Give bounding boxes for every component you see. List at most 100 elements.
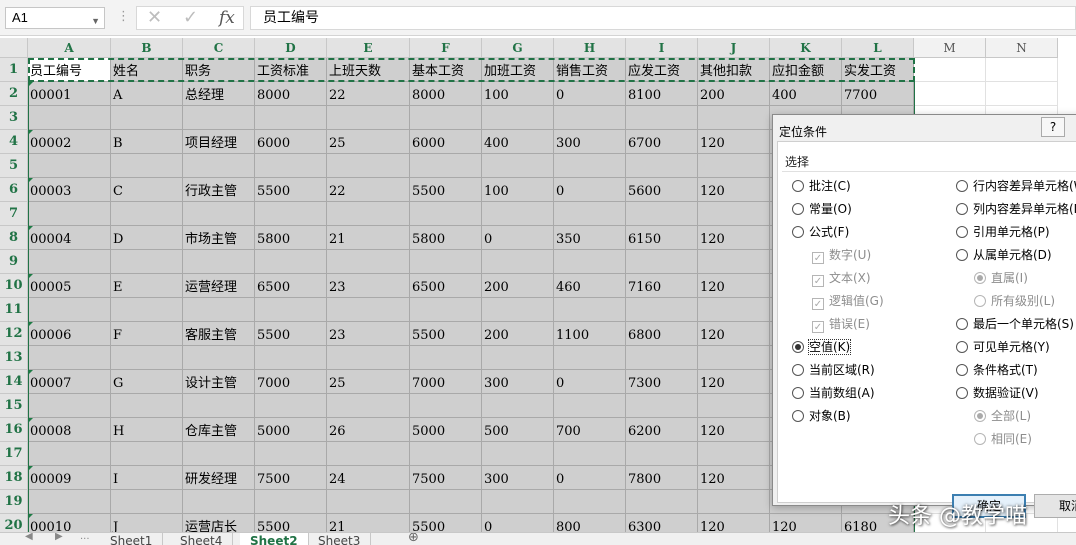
cell-c10[interactable]: 运营经理 xyxy=(183,274,255,298)
column-header-b[interactable]: B xyxy=(111,38,183,58)
cell-g17[interactable] xyxy=(482,442,554,466)
cell-i19[interactable] xyxy=(626,490,698,514)
insert-function-icon[interactable]: fx xyxy=(219,8,235,28)
column-header-d[interactable]: D xyxy=(255,38,327,58)
cell-d3[interactable] xyxy=(255,106,327,130)
cell-j19[interactable] xyxy=(698,490,770,514)
cell-b19[interactable] xyxy=(111,490,183,514)
cell-j15[interactable] xyxy=(698,394,770,418)
cell-c4[interactable]: 项目经理 xyxy=(183,130,255,154)
row-header-15[interactable]: 15 xyxy=(0,394,28,418)
radio-button[interactable] xyxy=(792,203,804,215)
column-header-a[interactable]: A xyxy=(28,38,111,58)
cell-a17[interactable] xyxy=(28,442,111,466)
cell-h5[interactable] xyxy=(554,154,626,178)
cell-j3[interactable] xyxy=(698,106,770,130)
cell-m1[interactable] xyxy=(914,58,986,82)
radio-button[interactable] xyxy=(956,203,968,215)
cell-a13[interactable] xyxy=(28,346,111,370)
add-sheet-icon[interactable]: ⊕ xyxy=(408,533,419,545)
cell-i16[interactable]: 6200 xyxy=(626,418,698,442)
cell-e2[interactable]: 22 xyxy=(327,82,410,106)
cell-f17[interactable] xyxy=(410,442,482,466)
option-right-7[interactable]: 可见单元格(Y) xyxy=(956,339,1050,355)
column-header-m[interactable]: M xyxy=(914,38,986,58)
cell-a3[interactable] xyxy=(28,106,111,130)
option-right-3[interactable]: 从属单元格(D) xyxy=(956,247,1052,263)
cell-a5[interactable] xyxy=(28,154,111,178)
option-left-9[interactable]: 当前数组(A) xyxy=(792,385,875,401)
cell-j17[interactable] xyxy=(698,442,770,466)
cell-l2[interactable]: 7700 xyxy=(842,82,914,106)
cell-j7[interactable] xyxy=(698,202,770,226)
cell-a10[interactable]: 00005 xyxy=(28,274,111,298)
cell-i2[interactable]: 8100 xyxy=(626,82,698,106)
cancel-button[interactable]: 取消 xyxy=(1034,494,1076,518)
cell-c19[interactable] xyxy=(183,490,255,514)
cell-b8[interactable]: D xyxy=(111,226,183,250)
cell-e19[interactable] xyxy=(327,490,410,514)
cell-a11[interactable] xyxy=(28,298,111,322)
cell-f14[interactable]: 7000 xyxy=(410,370,482,394)
cell-d19[interactable] xyxy=(255,490,327,514)
cell-d14[interactable]: 7000 xyxy=(255,370,327,394)
cell-a12[interactable]: 00006 xyxy=(28,322,111,346)
cell-j13[interactable] xyxy=(698,346,770,370)
cell-i3[interactable] xyxy=(626,106,698,130)
sheet-tab-sheet1[interactable]: Sheet1 xyxy=(100,533,164,545)
cell-a4[interactable]: 00002 xyxy=(28,130,111,154)
radio-button[interactable] xyxy=(792,180,804,192)
row-header-3[interactable]: 3 xyxy=(0,106,28,130)
cell-f18[interactable]: 7500 xyxy=(410,466,482,490)
cell-k20[interactable]: 120 xyxy=(770,514,842,532)
radio-button[interactable] xyxy=(956,387,968,399)
option-left-8[interactable]: 当前区域(R) xyxy=(792,362,875,378)
cell-f1[interactable]: 基本工资 xyxy=(410,58,482,82)
cell-f10[interactable]: 6500 xyxy=(410,274,482,298)
cell-g20[interactable]: 0 xyxy=(482,514,554,532)
cell-h9[interactable] xyxy=(554,250,626,274)
cell-e15[interactable] xyxy=(327,394,410,418)
cancel-icon[interactable]: ✕ xyxy=(147,8,162,28)
row-header-4[interactable]: 4 xyxy=(0,130,28,154)
cell-d2[interactable]: 8000 xyxy=(255,82,327,106)
cell-c6[interactable]: 行政主管 xyxy=(183,178,255,202)
sheet-tab-sheet4[interactable]: Sheet4 xyxy=(170,533,234,545)
cell-j14[interactable]: 120 xyxy=(698,370,770,394)
cell-m2[interactable] xyxy=(914,82,986,106)
radio-button[interactable] xyxy=(956,249,968,261)
cell-h20[interactable]: 800 xyxy=(554,514,626,532)
cell-a20[interactable]: 00010 xyxy=(28,514,111,532)
cell-c14[interactable]: 设计主管 xyxy=(183,370,255,394)
cell-b18[interactable]: I xyxy=(111,466,183,490)
cell-f11[interactable] xyxy=(410,298,482,322)
cell-e8[interactable]: 21 xyxy=(327,226,410,250)
cell-a15[interactable] xyxy=(28,394,111,418)
tab-prev-icon[interactable]: ◀ xyxy=(25,533,33,542)
cell-g3[interactable] xyxy=(482,106,554,130)
radio-button[interactable] xyxy=(956,364,968,376)
cell-f5[interactable] xyxy=(410,154,482,178)
cell-b16[interactable]: H xyxy=(111,418,183,442)
cell-g18[interactable]: 300 xyxy=(482,466,554,490)
row-header-2[interactable]: 2 xyxy=(0,82,28,106)
cell-c20[interactable]: 运营店长 xyxy=(183,514,255,532)
cell-b17[interactable] xyxy=(111,442,183,466)
cell-i20[interactable]: 6300 xyxy=(626,514,698,532)
cell-g14[interactable]: 300 xyxy=(482,370,554,394)
cell-i11[interactable] xyxy=(626,298,698,322)
cell-d4[interactable]: 6000 xyxy=(255,130,327,154)
tab-scroll-dots[interactable]: ... xyxy=(80,533,90,542)
cell-a14[interactable]: 00007 xyxy=(28,370,111,394)
cell-f7[interactable] xyxy=(410,202,482,226)
column-header-c[interactable]: C xyxy=(183,38,255,58)
cell-e5[interactable] xyxy=(327,154,410,178)
row-header-12[interactable]: 12 xyxy=(0,322,28,346)
radio-button[interactable] xyxy=(792,387,804,399)
cell-d5[interactable] xyxy=(255,154,327,178)
cell-g11[interactable] xyxy=(482,298,554,322)
cell-d6[interactable]: 5500 xyxy=(255,178,327,202)
cell-i7[interactable] xyxy=(626,202,698,226)
cell-g15[interactable] xyxy=(482,394,554,418)
cell-g12[interactable]: 200 xyxy=(482,322,554,346)
